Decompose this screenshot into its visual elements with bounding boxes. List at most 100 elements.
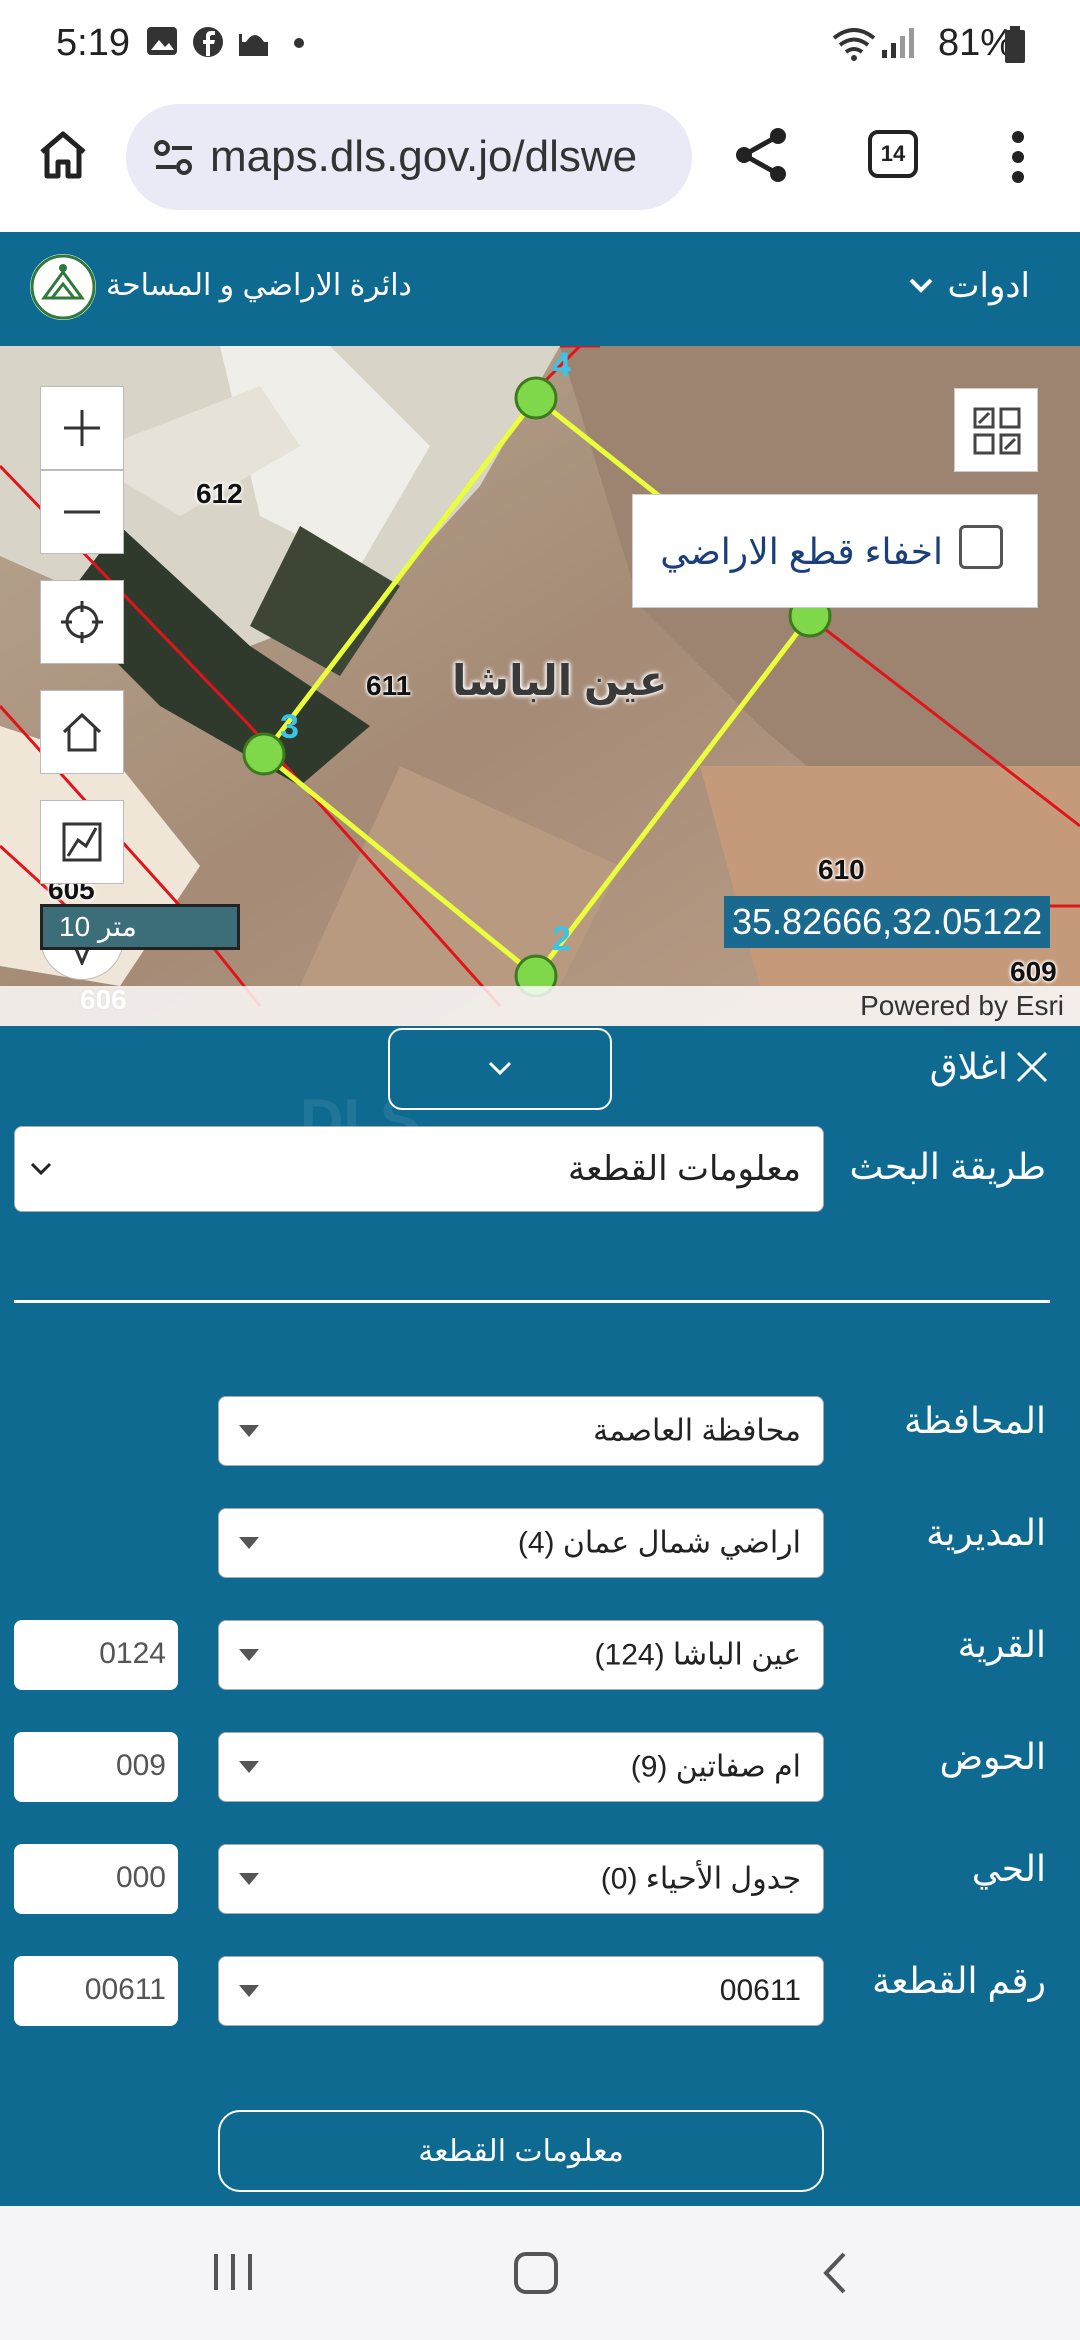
home-nav-icon[interactable]: [512, 2250, 560, 2296]
dropdown-arrow-icon: [239, 1873, 259, 1885]
governorate-label: المحافظة: [903, 1400, 1046, 1441]
status-bar: 5:19 81%: [0, 0, 1080, 90]
gallery-icon: [147, 27, 177, 55]
close-icon: [1016, 1051, 1048, 1083]
vertex-label: 2: [552, 920, 571, 958]
facebook-icon: [193, 27, 223, 57]
neighborhood-select[interactable]: جدول الأحياء (0): [218, 1844, 824, 1914]
attribution-bar: Powered by Esri: [0, 986, 1080, 1026]
search-method-select[interactable]: معلومات القطعة: [14, 1126, 824, 1212]
wifi-icon: [832, 28, 876, 61]
home-icon[interactable]: [38, 130, 88, 180]
hide-parcels-checkbox[interactable]: [959, 525, 1003, 569]
recent-apps-icon[interactable]: [210, 2250, 256, 2294]
attribution-text: Powered by Esri: [860, 990, 1064, 1021]
neighborhood-code-input[interactable]: 000: [14, 1844, 178, 1914]
zoom-out-button[interactable]: [40, 470, 124, 554]
battery-icon: [1005, 26, 1025, 63]
app-title: دائرة الاراضي و المساحة: [106, 269, 412, 302]
search-method-label: طريقة البحث: [849, 1146, 1046, 1187]
minus-icon: [64, 510, 100, 514]
governorate-select[interactable]: محافظة العاصمة: [218, 1396, 824, 1466]
coordinates-readout: 35.82666,32.05122: [724, 896, 1051, 948]
signal-icon: [882, 28, 914, 58]
tabs-count-button[interactable]: 14: [868, 130, 918, 178]
dropdown-arrow-icon: [239, 1425, 259, 1437]
dls-logo: [30, 254, 96, 320]
plus-icon: [64, 410, 100, 446]
chevron-down-icon: [909, 278, 932, 293]
zoom-in-button[interactable]: [40, 386, 124, 470]
basin-code-input[interactable]: 009: [14, 1732, 178, 1802]
collapse-panel-button[interactable]: [388, 1028, 612, 1110]
parcel-label: 610: [818, 854, 865, 885]
neighborhood-value: جدول الأحياء (0): [600, 1862, 801, 1896]
url-text: maps.dls.gov.jo/dlswe: [210, 132, 638, 181]
village-code-value: 0124: [99, 1637, 166, 1670]
dropdown-arrow-icon: [239, 1985, 259, 1997]
scale-bar: 10 متر: [40, 904, 240, 950]
basin-value: ام صفاتين (9): [630, 1750, 801, 1784]
directorate-label: المديرية: [926, 1512, 1046, 1553]
divider: [14, 1300, 1050, 1303]
dot-icon: [294, 38, 304, 48]
dropdown-arrow-icon: [239, 1649, 259, 1661]
parcel-number-code-value: 00611: [84, 1973, 166, 2006]
home-extent-button[interactable]: [40, 690, 124, 774]
chevron-down-icon: [30, 1162, 52, 1176]
dropdown-arrow-icon: [239, 1761, 259, 1773]
address-bar[interactable]: maps.dls.gov.jo/dlswe: [126, 104, 692, 210]
parcel-label: 609: [1010, 956, 1057, 987]
qr-icon: [973, 407, 1021, 455]
status-time: 5:19: [56, 22, 130, 64]
parcel-label: 612: [196, 478, 243, 509]
measure-button[interactable]: [40, 800, 124, 884]
battery-percent: 81%: [937, 22, 1014, 64]
village-label: القرية: [957, 1624, 1046, 1665]
share-icon[interactable]: [734, 126, 788, 184]
mosque-icon: [239, 34, 268, 56]
hide-parcels-label: اخفاء قطع الاراضي: [660, 531, 943, 572]
parcel-number-code-input[interactable]: 00611: [14, 1956, 178, 2026]
basin-code-value: 009: [115, 1749, 166, 1782]
parcel-info-button[interactable]: معلومات القطعة: [218, 2110, 824, 2192]
hide-parcels-toggle[interactable]: اخفاء قطع الاراضي: [632, 494, 1038, 608]
close-button[interactable]: اغلاق: [930, 1046, 1050, 1088]
close-label: اغلاق: [929, 1046, 1008, 1087]
basin-select[interactable]: ام صفاتين (9): [218, 1732, 824, 1802]
search-panel: DLS اغلاق طريقة البحث معلومات القطعة الم…: [0, 1026, 1080, 2206]
back-icon[interactable]: [820, 2250, 850, 2296]
qr-code-button[interactable]: [954, 388, 1038, 472]
vertex-label: 3: [280, 708, 299, 746]
directorate-value: اراضي شمال عمان (4): [517, 1526, 801, 1560]
neighborhood-label: الحي: [971, 1848, 1046, 1889]
parcel-number-value: 00611: [719, 1974, 801, 2007]
locate-button[interactable]: [40, 580, 124, 664]
parcel-label: 611: [366, 670, 412, 701]
basin-label: الحوض: [939, 1736, 1046, 1777]
crosshair-icon: [61, 601, 103, 643]
place-name-label: عين الباشا: [452, 657, 668, 704]
parcel-number-label: رقم القطعة: [872, 1960, 1046, 2001]
map-view[interactable]: 4 3 2 612 611 610 609 606 605 عين الباشا…: [0, 346, 1080, 1026]
village-value: عين الباشا (124): [594, 1638, 801, 1672]
home-icon: [62, 712, 102, 752]
village-code-input[interactable]: 0124: [14, 1620, 178, 1690]
tools-menu[interactable]: ادوات: [908, 266, 1030, 306]
parcel-number-select[interactable]: 00611: [218, 1956, 824, 2026]
more-menu-icon[interactable]: [1010, 130, 1026, 184]
neighborhood-code-value: 000: [115, 1861, 166, 1894]
measure-icon: [62, 822, 102, 862]
vertex-label: 4: [552, 346, 571, 384]
system-nav-bar: [0, 2206, 1080, 2340]
governorate-value: محافظة العاصمة: [593, 1414, 801, 1448]
browser-toolbar: maps.dls.gov.jo/dlswe 14: [0, 90, 1080, 232]
app-header: دائرة الاراضي و المساحة ادوات: [0, 232, 1080, 346]
directorate-select[interactable]: اراضي شمال عمان (4): [218, 1508, 824, 1578]
search-method-value: معلومات القطعة: [568, 1150, 801, 1188]
tools-menu-label: ادوات: [947, 267, 1030, 305]
chevron-down-icon: [488, 1061, 512, 1076]
village-select[interactable]: عين الباشا (124): [218, 1620, 824, 1690]
dropdown-arrow-icon: [239, 1537, 259, 1549]
site-settings-icon[interactable]: [154, 140, 194, 176]
